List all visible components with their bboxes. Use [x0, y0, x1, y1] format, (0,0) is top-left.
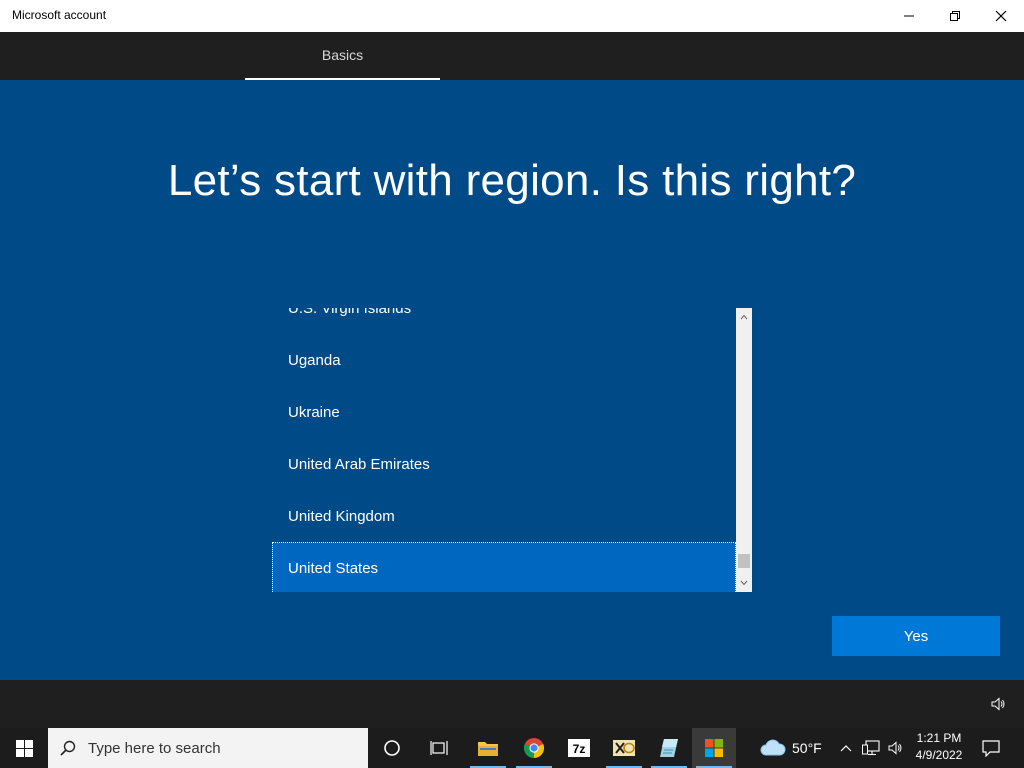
oobe-footer [0, 680, 1024, 728]
list-item-label: Ukraine [288, 403, 340, 421]
list-item-uganda[interactable]: Uganda [272, 334, 736, 386]
scroll-up-button[interactable] [736, 310, 752, 324]
list-item-united-states[interactable]: United States [272, 542, 736, 592]
taskbar-search-box[interactable]: Type here to search [48, 728, 368, 768]
svg-text:7z: 7z [573, 742, 586, 756]
weather-widget[interactable]: 50°F [760, 728, 822, 768]
scroll-thumb[interactable] [738, 554, 750, 568]
main-content: Let’s start with region. Is this right? … [0, 80, 1024, 680]
restore-button[interactable] [932, 0, 978, 32]
tab-basics[interactable]: Basics [245, 32, 440, 80]
region-listbox[interactable]: U.S. Virgin Islands Uganda Ukraine Unite… [272, 308, 752, 592]
page-title: Let’s start with region. Is this right? [167, 156, 857, 205]
taskbar-clock[interactable]: 1:21 PM 4/9/2022 [908, 730, 970, 764]
taskbar: Type here to search 7z 50°F 1:21 PM 4/9/… [0, 728, 1024, 768]
list-item-label: United Arab Emirates [288, 455, 430, 473]
region-list: U.S. Virgin Islands Uganda Ukraine Unite… [272, 308, 736, 592]
chrome-icon [523, 738, 545, 759]
close-icon [995, 10, 1007, 22]
window-title: Microsoft account [12, 8, 107, 22]
folder-icon [478, 742, 498, 756]
7zip-button[interactable]: 7z [557, 728, 601, 768]
notepad-app-icon [660, 739, 678, 757]
clock-date: 4/9/2022 [915, 748, 963, 762]
notification-icon [982, 739, 1000, 757]
list-item-label: U.S. Virgin Islands [288, 308, 412, 317]
volume-tray-button[interactable] [884, 728, 906, 768]
minimize-icon [904, 15, 914, 17]
7zip-icon: 7z [568, 739, 590, 757]
start-button[interactable] [0, 728, 48, 768]
list-scrollbar[interactable] [736, 308, 752, 592]
chevron-up-icon [740, 314, 748, 320]
chrome-button[interactable] [512, 728, 556, 768]
clock-time: 1:21 PM [916, 731, 962, 745]
list-item-us-virgin-islands[interactable]: U.S. Virgin Islands [272, 308, 736, 334]
list-item-label: United Kingdom [288, 507, 395, 525]
list-item-label: Uganda [288, 351, 341, 369]
list-item-label: United States [288, 559, 379, 577]
volume-button[interactable] [990, 696, 1006, 712]
list-item-united-arab-emirates[interactable]: United Arab Emirates [272, 438, 736, 490]
xml-editor-icon [613, 740, 635, 756]
cortana-button[interactable] [370, 728, 414, 768]
list-item-united-kingdom[interactable]: United Kingdom [272, 490, 736, 542]
volume-icon [888, 741, 902, 755]
chevron-up-icon [840, 745, 852, 752]
microsoft-store-button[interactable] [692, 728, 736, 768]
file-explorer-button[interactable] [466, 728, 510, 768]
notepad-app-button[interactable] [647, 728, 691, 768]
microsoft-logo-icon [705, 739, 723, 757]
close-button[interactable] [978, 0, 1024, 32]
task-view-button[interactable] [418, 728, 462, 768]
search-icon [48, 739, 88, 757]
windows-logo-icon [15, 739, 33, 757]
notifications-button[interactable] [976, 728, 1006, 768]
minimize-button[interactable] [886, 0, 932, 32]
show-hidden-icons-button[interactable] [836, 728, 856, 768]
yes-button[interactable]: Yes [832, 616, 1000, 656]
scroll-down-button[interactable] [736, 576, 752, 590]
restore-icon [950, 11, 960, 21]
oobe-header: Basics [0, 32, 1024, 80]
network-button[interactable] [860, 728, 882, 768]
chevron-down-icon [740, 580, 748, 586]
task-view-icon [430, 741, 448, 755]
window-title-bar: Microsoft account [0, 0, 1024, 32]
cloud-icon [760, 739, 786, 756]
network-icon [862, 740, 880, 756]
search-placeholder: Type here to search [88, 739, 221, 757]
xml-editor-button[interactable] [602, 728, 646, 768]
cortana-icon [384, 740, 400, 756]
list-item-ukraine[interactable]: Ukraine [272, 386, 736, 438]
tab-basics-label: Basics [321, 47, 364, 63]
volume-icon [991, 697, 1005, 711]
weather-temperature: 50°F [792, 740, 822, 756]
